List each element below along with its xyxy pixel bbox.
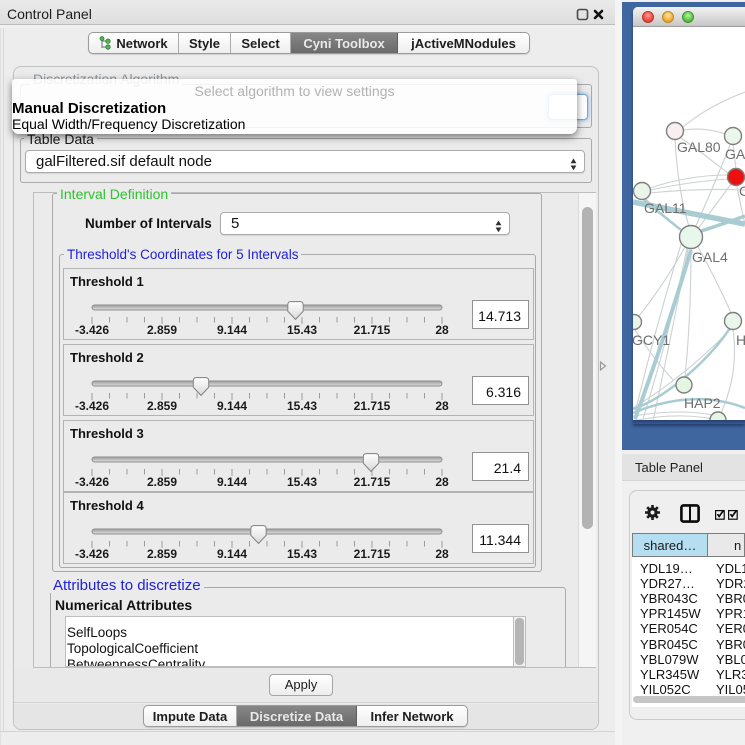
- svg-text:GAL11: GAL11: [644, 200, 687, 216]
- svg-text:HAP2: HAP2: [684, 395, 721, 411]
- svg-text:GAL80: GAL80: [677, 139, 721, 155]
- svg-text:H: H: [736, 332, 745, 348]
- svg-text:GAL4: GAL4: [692, 249, 728, 265]
- svg-text:C: C: [739, 183, 745, 199]
- svg-text:GA: GA: [725, 146, 745, 162]
- svg-text:GCY1: GCY1: [633, 332, 670, 348]
